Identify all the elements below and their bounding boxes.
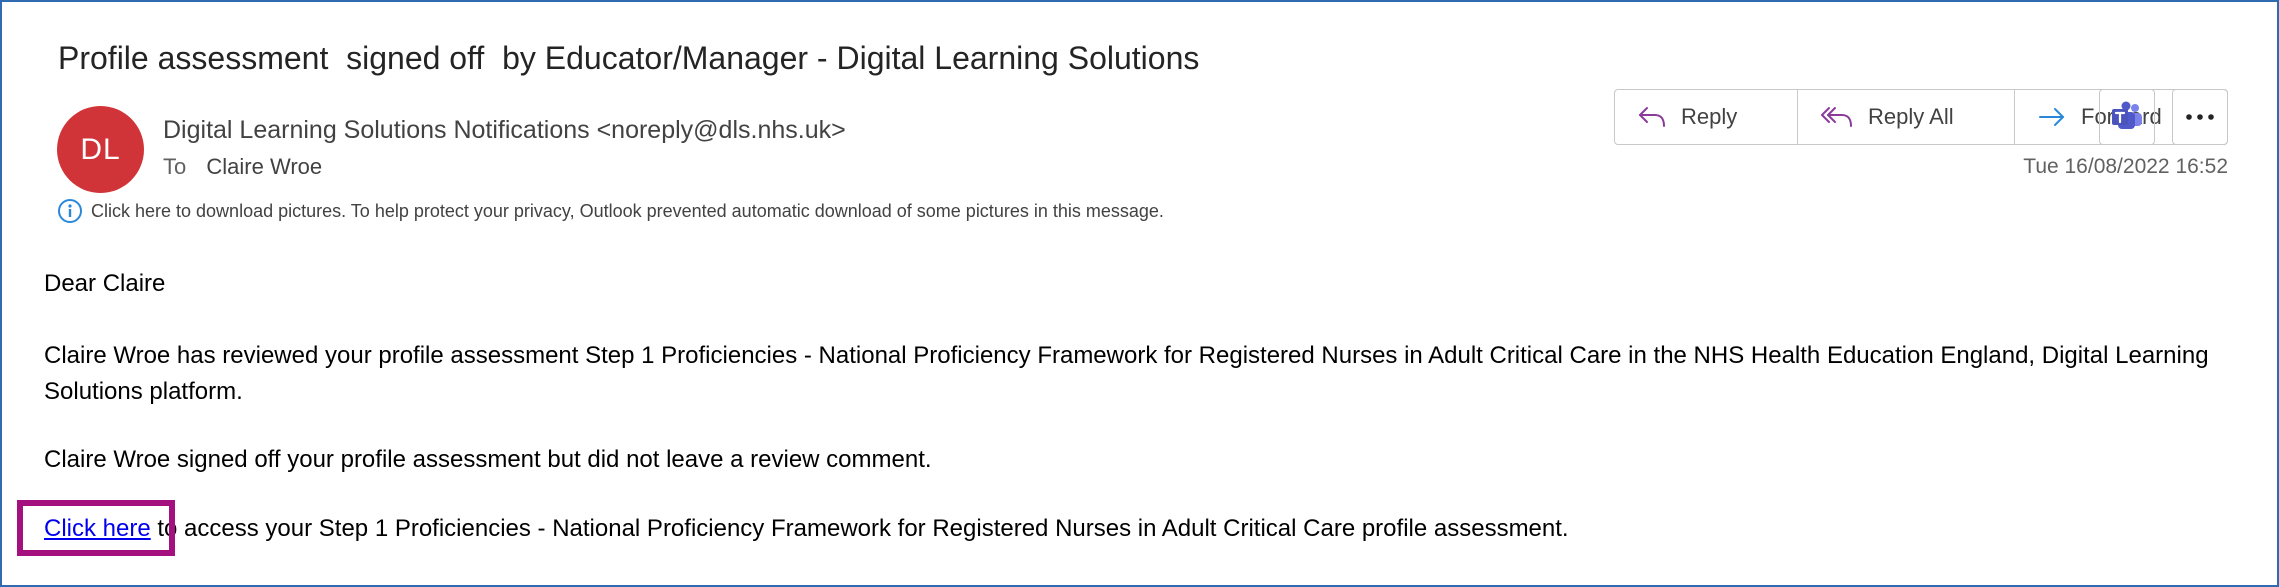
reply-all-label: Reply All — [1868, 104, 1954, 129]
assessment-link[interactable]: Click here — [44, 515, 151, 542]
info-icon — [57, 198, 83, 224]
info-message: Click here to download pictures. To help… — [91, 200, 1164, 221]
body-paragraph-review: Claire Wroe has reviewed your profile as… — [44, 342, 2209, 405]
sender-name[interactable]: Digital Learning Solutions Notifications… — [163, 116, 846, 145]
download-pictures-notice[interactable]: Click here to download pictures. To help… — [57, 198, 1164, 224]
greeting: Dear Claire — [44, 270, 166, 297]
teams-button[interactable] — [2099, 89, 2155, 145]
forward-icon — [2039, 108, 2064, 126]
more-options-button[interactable] — [2172, 89, 2228, 145]
email-timestamp: Tue 16/08/2022 16:52 — [2023, 155, 2228, 178]
sender-avatar[interactable]: DL — [57, 106, 144, 193]
avatar-initials: DL — [80, 132, 121, 166]
recipient-name[interactable]: Claire Wroe — [206, 154, 322, 179]
reply-button[interactable]: Reply — [1615, 90, 1798, 144]
teams-icon — [2112, 101, 2142, 129]
body-paragraph-access: Click here to access your Step 1 Profici… — [44, 515, 1569, 543]
reply-icon — [1639, 107, 1665, 127]
body-paragraph-signoff: Claire Wroe signed off your profile asse… — [44, 446, 932, 473]
email-subject: Profile assessment signed off by Educato… — [58, 40, 1200, 76]
more-options-icon — [2186, 114, 2214, 120]
reply-label: Reply — [1681, 104, 1738, 129]
reply-all-button[interactable]: Reply All — [1798, 90, 2015, 144]
reply-all-icon — [1821, 107, 1852, 127]
to-label: To — [163, 154, 187, 179]
recipient-line: To Claire Wroe — [163, 154, 322, 180]
access-text: to access your Step 1 Proficiencies - Na… — [150, 515, 1569, 542]
